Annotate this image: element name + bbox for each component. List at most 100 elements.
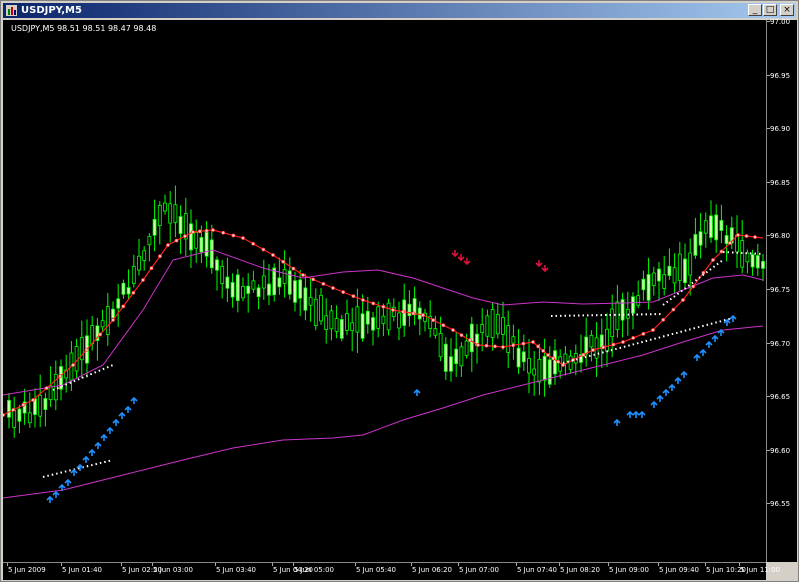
price-label: 96.60 [770,446,791,455]
ma-dot [501,345,505,349]
time-label: 5 Jun 2009 [8,566,46,574]
window-title: USDJPY,M5 [21,5,82,16]
ma-dot [631,336,636,340]
candle-body [121,282,126,295]
candle-body [584,336,589,355]
sell-arrow-icon [541,265,549,273]
buy-arrow-icon [626,410,634,418]
ma-dot [231,233,236,238]
ma-dot [736,233,740,237]
price-axis[interactable]: 97.00 96.95 96.90 96.85 96.80 96.75 96.70 96.65… [766,18,797,562]
ma-dot [251,241,256,246]
ma-dot [183,234,187,239]
time-label: 5 Jun 08:20 [560,566,601,574]
ma-dot [131,290,136,295]
price-label: 96.55 [770,500,791,509]
ma-dot [476,343,480,347]
ma-dot [451,328,455,332]
price-label: 96.80 [770,232,791,241]
ma-dot [351,294,356,299]
candle-body [714,214,719,241]
candle-body [454,348,459,364]
buy-arrow-icon [632,410,640,418]
candle-body [631,296,635,314]
candle-body [371,317,375,331]
candle-body [235,274,240,301]
candle-body [667,265,672,276]
candle-body [360,313,365,339]
candle-body [27,412,32,424]
candle-body [698,231,703,246]
maximize-button[interactable]: □ [763,4,777,16]
buy-arrow-icon [82,455,90,463]
buy-arrow-icon [705,340,713,348]
candle-body [568,355,573,371]
candle-body [339,319,344,339]
candle-body [610,308,615,338]
buy-arrow-icon [729,314,737,322]
ma-dot [681,298,685,302]
time-label: 5 Jun 07:40 [517,566,558,574]
candle-body [688,252,693,276]
title-bar[interactable]: USDJPY,M5 _ □ × [3,3,796,18]
price-chart[interactable]: USDJPY,M5 98.51 98.51 98.47 98.48 [3,20,766,562]
ma-dot [221,230,226,235]
buy-arrow-icon [100,433,108,441]
ma-dot [391,308,395,312]
candle-body [163,202,167,212]
candle-body [334,318,339,332]
ma-dot [281,259,286,264]
candle-body [563,353,568,365]
ma-dot [31,398,35,402]
ma-dot [711,258,715,262]
ma-dot [459,333,464,338]
candle-body [126,287,131,295]
minimize-button[interactable]: _ [748,4,762,16]
price-label: 96.65 [770,393,791,402]
buy-arrow-icon [613,418,621,426]
candle-body [12,409,17,428]
buy-arrow-icon [94,441,102,449]
ma-dot [691,284,696,289]
time-label: 5 Jun 03:00 [153,566,194,574]
candle-body [662,274,667,289]
candle-body [527,358,531,374]
ma-dot [511,343,516,348]
candle-body [677,253,682,281]
time-label: 5 Jun 09:40 [659,566,700,574]
ma-dot [719,249,724,254]
ma-dot [728,241,732,245]
candle-body [137,255,141,271]
buy-arrow-icon [699,348,707,356]
candle-body [417,307,422,320]
chart-canvas[interactable] [3,20,766,562]
candle-body [147,235,152,246]
candle-body [594,337,599,359]
ma-dot [311,277,316,282]
buy-arrow-icon [674,376,682,384]
ma-dot [531,340,535,344]
ma-dot [141,278,145,282]
ma-dot [166,243,170,247]
ma-dot [561,363,565,367]
ma-dot [301,273,305,277]
price-label: 96.75 [770,286,791,294]
time-axis[interactable]: 5 Jun 2009 5 Jun 01:40 5 Jun 02:20 5 Jun 03… [3,562,780,580]
candle-body [511,336,516,344]
candle-body [53,373,58,401]
buy-arrow-icon [650,400,658,408]
candle-body [209,239,214,269]
close-button[interactable]: × [780,4,794,16]
candle-body [345,313,349,331]
candle-body [761,260,765,269]
ma-dot [3,413,5,417]
buy-arrow-icon [130,396,138,404]
time-label: 5 Jun 09:00 [609,566,650,574]
time-label: 5 Jun 05:40 [356,566,397,574]
ma-dot [291,266,296,271]
candle-body [173,204,178,223]
ma-dot [621,340,625,344]
candle-body [319,294,323,322]
candle-body [397,312,401,329]
candle-body [636,295,641,306]
